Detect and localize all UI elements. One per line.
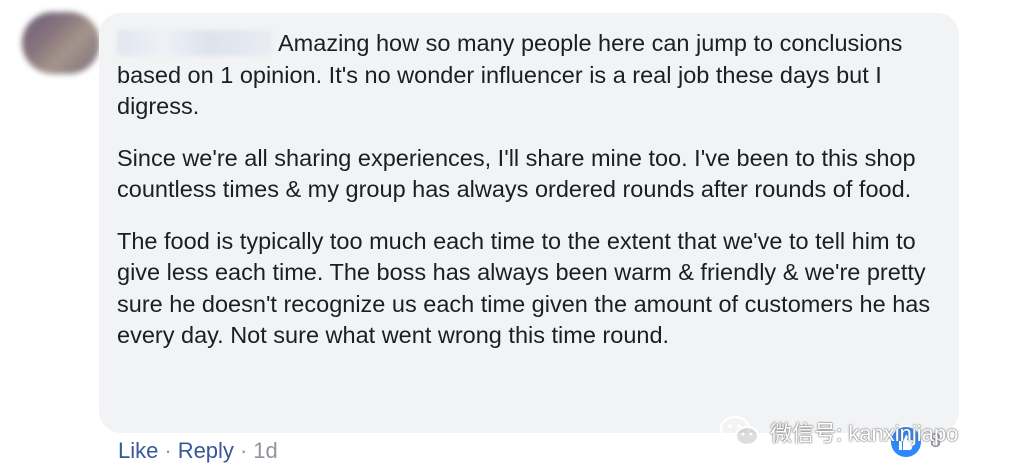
comment-timestamp[interactable]: 1d [253,438,277,463]
comment-actions: Like · Reply · 1d [118,438,278,464]
comment-body: Amazing how so many people here can jump… [117,28,952,352]
comment-paragraph-2: Since we're all sharing experiences, I'l… [117,144,916,203]
action-separator: · [239,438,248,463]
wechat-watermark: 微信号: kanxinjiapo [718,412,958,452]
commenter-name-blurred[interactable] [117,30,272,56]
reply-button[interactable]: Reply [178,438,234,463]
comment-paragraph-3: The food is typically too much each time… [117,227,931,349]
action-separator: · [164,438,172,463]
like-button[interactable]: Like [118,438,158,463]
comment-paragraph-1: Amazing how so many people here can jump… [117,28,952,123]
commenter-avatar[interactable] [22,12,100,74]
wechat-icon [719,415,760,449]
watermark-text: 微信号: kanxinjiapo [770,421,959,446]
